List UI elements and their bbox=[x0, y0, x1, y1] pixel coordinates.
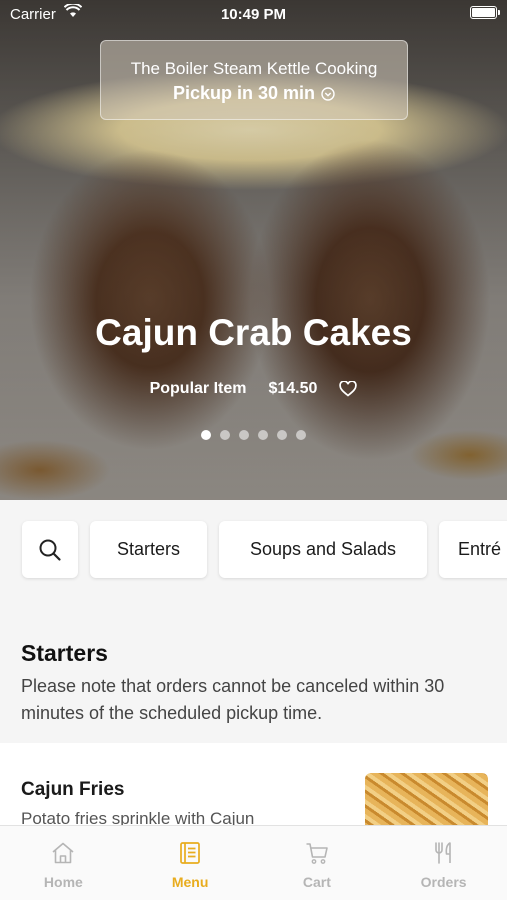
carousel-dot[interactable] bbox=[220, 430, 230, 440]
tab-cart[interactable]: Cart bbox=[254, 826, 381, 900]
tab-label: Home bbox=[43, 874, 83, 890]
status-bar: Carrier 10:49 PM bbox=[0, 0, 507, 30]
category-chip-entrees[interactable]: Entré bbox=[439, 521, 507, 578]
carousel-dot[interactable] bbox=[239, 430, 249, 440]
tab-menu[interactable]: Menu bbox=[127, 826, 254, 900]
hero-banner[interactable]: Carrier 10:49 PM The Boiler Steam Kettle… bbox=[0, 0, 507, 500]
clock: 10:49 PM bbox=[220, 6, 287, 23]
featured-dish-meta: Popular Item $14.50 bbox=[0, 380, 507, 398]
tab-label: Orders bbox=[420, 874, 467, 890]
category-bar[interactable]: Starters Soups and Salads Entré bbox=[0, 500, 507, 600]
carousel-dot[interactable] bbox=[296, 430, 306, 440]
pickup-card[interactable]: The Boiler Steam Kettle Cooking Pickup i… bbox=[100, 40, 408, 120]
menu-item-name: Cajun Fries bbox=[21, 779, 125, 800]
category-chip-starters[interactable]: Starters bbox=[90, 521, 207, 578]
tab-home[interactable]: Home bbox=[0, 826, 127, 900]
carousel-dots[interactable] bbox=[0, 430, 507, 440]
home-icon bbox=[52, 842, 74, 864]
tab-orders[interactable]: Orders bbox=[380, 826, 507, 900]
featured-price: $14.50 bbox=[268, 380, 318, 397]
carousel-dot[interactable] bbox=[258, 430, 268, 440]
section-title: Starters bbox=[21, 640, 108, 666]
heart-icon[interactable] bbox=[339, 381, 358, 397]
menu-section: Starters Please note that orders cannot … bbox=[0, 640, 507, 727]
menu-item-image bbox=[365, 773, 488, 833]
pickup-time-selector[interactable]: Pickup in 30 min bbox=[101, 83, 407, 104]
menu-item-card[interactable]: Cajun Fries Potato fries sprinkle with C… bbox=[0, 743, 507, 833]
carousel-dot[interactable] bbox=[201, 430, 211, 440]
pickup-time-label: Pickup in 30 min bbox=[172, 83, 316, 103]
tab-label: Cart bbox=[302, 874, 331, 890]
fork-knife-icon bbox=[434, 842, 451, 864]
section-note: Please note that orders cannot be cancel… bbox=[21, 676, 445, 723]
tab-label: Menu bbox=[171, 874, 209, 890]
search-icon bbox=[39, 539, 61, 561]
menu-book-icon bbox=[180, 842, 200, 864]
search-button[interactable] bbox=[22, 521, 78, 578]
tab-bar: Home Menu Cart Orders bbox=[0, 825, 507, 900]
chevron-down-circle-icon bbox=[321, 86, 335, 101]
cart-icon bbox=[306, 843, 328, 864]
category-chip-soups-and-salads[interactable]: Soups and Salads bbox=[219, 521, 427, 578]
battery-icon bbox=[470, 6, 500, 19]
restaurant-name: The Boiler Steam Kettle Cooking bbox=[130, 59, 378, 78]
carousel-dot[interactable] bbox=[277, 430, 287, 440]
featured-dish-title: Cajun Crab Cakes bbox=[95, 312, 412, 353]
popular-badge: Popular Item bbox=[149, 380, 247, 397]
